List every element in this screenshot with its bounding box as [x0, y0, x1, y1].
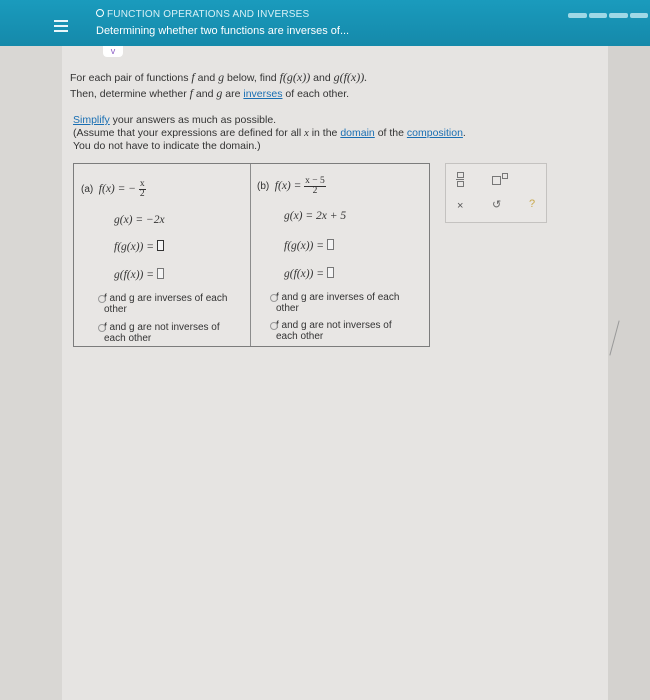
menu-icon[interactable] — [54, 20, 68, 32]
problem-b-f: (b) f(x) = x − 52 — [257, 176, 326, 196]
answer-a-fg-input[interactable] — [156, 240, 164, 251]
topic-text: FUNCTION OPERATIONS AND INVERSES — [107, 9, 310, 20]
column-divider — [250, 164, 251, 346]
domain-link[interactable]: domain — [340, 127, 374, 139]
problem-b-gf: g(f(x)) = — [284, 267, 334, 280]
exponent-tool-icon[interactable] — [492, 173, 508, 188]
top-header: FUNCTION OPERATIONS AND INVERSES Determi… — [0, 0, 650, 46]
instructions: For each pair of functions f and g below… — [70, 70, 368, 100]
inverses-link[interactable]: inverses — [243, 88, 282, 100]
answer-b-gf-input[interactable] — [326, 267, 334, 278]
topic-title: FUNCTION OPERATIONS AND INVERSES — [96, 9, 309, 20]
radio-b-not-inverses[interactable]: f and g are not inverses of each other — [270, 320, 392, 342]
radio-a-not-inverses[interactable]: f and g are not inverses of each other — [98, 322, 220, 344]
help-button[interactable]: ? — [529, 198, 535, 210]
problem-b-fg: f(g(x)) = — [284, 239, 334, 252]
problem-b-g: g(x) = 2x + 5 — [284, 210, 347, 222]
radio-a-inverses[interactable]: f and g are inverses of each other — [98, 293, 227, 315]
topic-dot-icon — [96, 9, 104, 17]
math-tool-panel: × ↺ ? — [445, 163, 547, 223]
problem-subtitle: Determining whether two functions are in… — [96, 25, 350, 37]
simplify-note: Simplify your answers as much as possibl… — [73, 114, 466, 152]
undo-button[interactable]: ↺ — [492, 198, 501, 211]
problem-a-fg: f(g(x)) = — [114, 240, 164, 253]
simplify-link[interactable]: Simplify — [73, 114, 110, 126]
problem-a-f: (a) f(x) = − x2 — [81, 179, 146, 199]
problem-table: (a) f(x) = − x2 g(x) = −2x f(g(x)) = g(f… — [73, 163, 430, 347]
answer-b-fg-input[interactable] — [326, 239, 334, 250]
composition-link[interactable]: composition — [407, 127, 463, 139]
radio-b-inverses[interactable]: f and g are inverses of each other — [270, 292, 399, 314]
progress-bar — [568, 13, 648, 18]
radio-circle-icon — [98, 324, 106, 332]
radio-circle-icon — [270, 322, 278, 330]
clear-button[interactable]: × — [457, 200, 463, 212]
chevron-down-icon[interactable]: v — [103, 46, 123, 57]
fraction-tool-icon[interactable] — [456, 172, 464, 188]
answer-a-gf-input[interactable] — [156, 268, 164, 279]
problem-a-g: g(x) = −2x — [114, 214, 165, 226]
problem-a-gf: g(f(x)) = — [114, 268, 164, 281]
right-margin — [608, 46, 650, 700]
radio-circle-icon — [270, 294, 278, 302]
radio-circle-icon — [98, 295, 106, 303]
